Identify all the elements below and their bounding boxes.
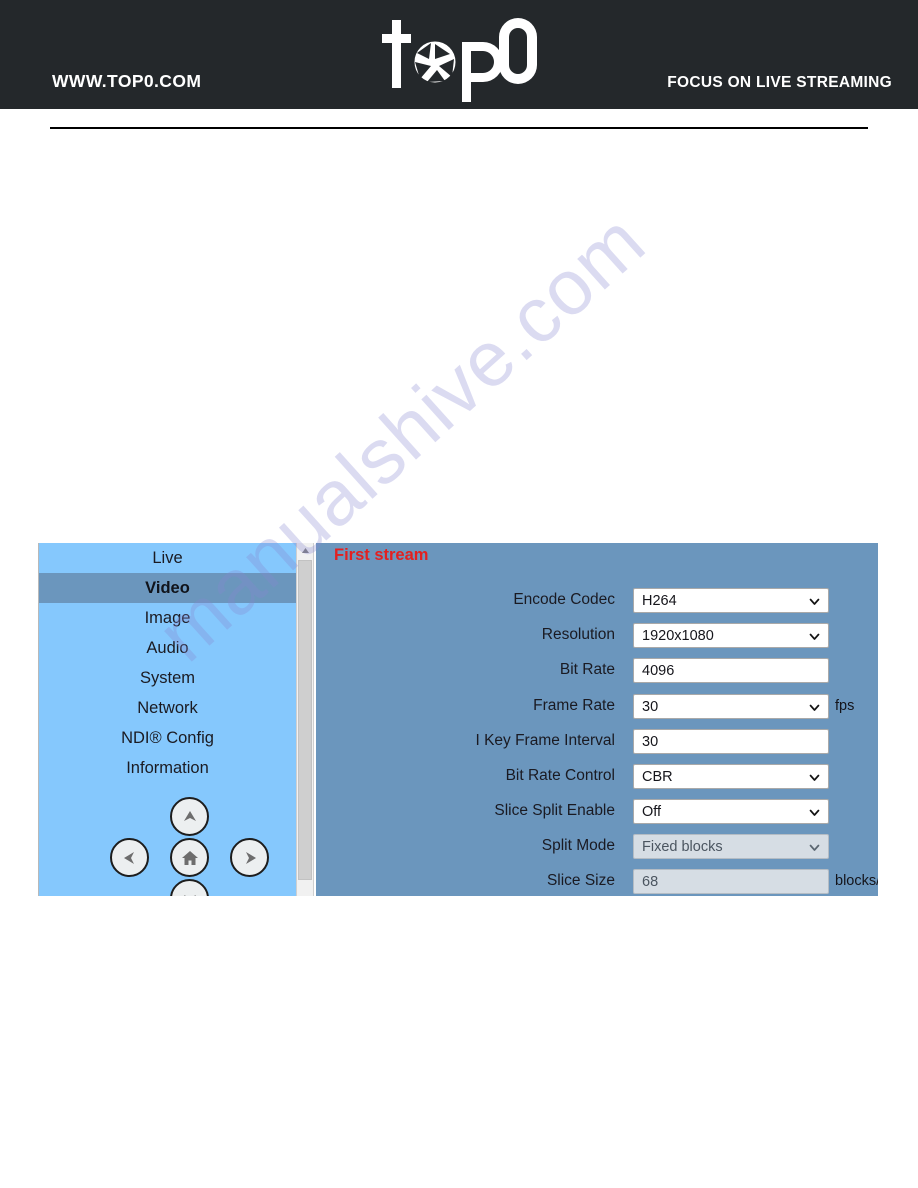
form-row-bit-rate: Bit Rate 4096 (316, 655, 878, 685)
form-row-slice-size: Slice Size 68 blocks/bytes (316, 866, 878, 896)
row-label: I Key Frame Interval (475, 732, 615, 749)
control-value: H264 (642, 593, 677, 609)
sidebar-item-label: Video (145, 579, 190, 597)
row-label: Frame Rate (533, 697, 615, 714)
device-web-ui-screenshot: Live Video Image Audio System Network ND… (38, 543, 878, 896)
form-row-encode-codec: Encode Codec H264 (316, 585, 878, 615)
logo-top0-mark (382, 18, 537, 102)
split-mode-select: Fixed blocks (633, 834, 829, 859)
chevron-down-icon (808, 806, 821, 819)
ptz-up-button[interactable] (170, 797, 209, 836)
form-row-i-key-frame-interval: I Key Frame Interval 30 (316, 726, 878, 756)
sidebar-item-ndi-config[interactable]: NDI® Config (39, 723, 296, 753)
row-label: Encode Codec (513, 591, 615, 608)
frame-rate-unit: fps (835, 698, 855, 714)
chevron-down-icon (808, 595, 821, 608)
sidebar-item-label: Audio (146, 639, 189, 657)
sidebar-item-label: Information (126, 759, 209, 777)
row-label: Slice Split Enable (494, 802, 615, 819)
control-value: 4096 (642, 663, 675, 679)
arrow-left-icon (121, 849, 139, 867)
bit-rate-input[interactable]: 4096 (633, 658, 829, 683)
control-value: 30 (642, 699, 659, 715)
sidebar-scrollbar[interactable] (296, 543, 314, 896)
header-tagline: FOCUS ON LIVE STREAMING (667, 74, 892, 91)
sidebar-item-label: Live (152, 549, 183, 567)
sidebar-item-video[interactable]: Video (39, 573, 296, 603)
control-value: CBR (642, 769, 673, 785)
slice-split-enable-select[interactable]: Off (633, 799, 829, 824)
arrow-right-icon (241, 849, 259, 867)
row-label: Slice Size (546, 872, 615, 889)
slice-size-input: 68 (633, 869, 829, 894)
form-row-split-mode: Split Mode Fixed blocks (316, 831, 878, 861)
i-key-frame-interval-input[interactable]: 30 (633, 729, 829, 754)
row-label: Bit Rate Control (505, 767, 615, 784)
scrollbar-up-button[interactable] (297, 543, 313, 559)
sidebar-item-information[interactable]: Information (39, 753, 296, 783)
sidebar-item-network[interactable]: Network (39, 693, 296, 723)
page-root: WWW.TOP0.COM FOCUS ON LIVE STREAMING man… (0, 0, 918, 1188)
control-value: 68 (642, 874, 659, 890)
camera-aperture-icon (413, 40, 457, 84)
panel-title-first-stream: First stream (334, 546, 429, 564)
row-label: Bit Rate (559, 661, 615, 678)
ptz-left-button[interactable] (110, 838, 149, 877)
chevron-down-icon (808, 841, 821, 854)
form-row-bit-rate-control: Bit Rate Control CBR (316, 761, 878, 791)
sidebar-item-live[interactable]: Live (39, 543, 296, 573)
arrow-up-icon (181, 808, 199, 826)
sidebar-item-system[interactable]: System (39, 663, 296, 693)
home-icon (181, 849, 199, 867)
ptz-down-button[interactable] (170, 879, 209, 896)
control-value: Fixed blocks (642, 839, 723, 855)
form-row-resolution: Resolution 1920x1080 (316, 620, 878, 650)
row-label: Split Mode (541, 837, 615, 854)
sidebar-item-label: Image (144, 609, 191, 627)
frame-rate-select[interactable]: 30 (633, 694, 829, 719)
control-value: 30 (642, 734, 659, 750)
control-value: 1920x1080 (642, 628, 714, 644)
sidebar-item-audio[interactable]: Audio (39, 633, 296, 663)
bit-rate-control-select[interactable]: CBR (633, 764, 829, 789)
ptz-home-button[interactable] (170, 838, 209, 877)
scroll-up-arrow-icon (301, 543, 310, 560)
sidebar-item-label: Network (137, 699, 198, 717)
slice-size-unit: blocks/bytes (835, 873, 878, 889)
brand-logo (378, 14, 548, 104)
ptz-right-button[interactable] (230, 838, 269, 877)
video-settings-panel: First stream Encode Codec H264 Resolutio… (316, 543, 878, 896)
form-row-frame-rate: Frame Rate 30 fps (316, 691, 878, 721)
chevron-down-icon (808, 630, 821, 643)
sidebar-item-image[interactable]: Image (39, 603, 296, 633)
page-divider-rule (50, 127, 868, 129)
control-value: Off (642, 804, 662, 820)
header-banner: WWW.TOP0.COM FOCUS ON LIVE STREAMING (0, 0, 918, 109)
encode-codec-select[interactable]: H264 (633, 588, 829, 613)
header-website-url: WWW.TOP0.COM (52, 71, 202, 91)
chevron-down-icon (808, 771, 821, 784)
row-label: Resolution (541, 626, 615, 643)
sidebar-item-label: NDI® Config (121, 729, 214, 747)
chevron-down-icon (808, 701, 821, 714)
form-row-slice-split-enable: Slice Split Enable Off (316, 796, 878, 826)
sidebar-item-label: System (139, 669, 195, 687)
arrow-down-icon (181, 890, 199, 896)
resolution-select[interactable]: 1920x1080 (633, 623, 829, 648)
sidebar-nav: Live Video Image Audio System Network ND… (38, 543, 296, 896)
scrollbar-thumb[interactable] (298, 560, 312, 880)
ptz-dpad-control (39, 791, 297, 896)
